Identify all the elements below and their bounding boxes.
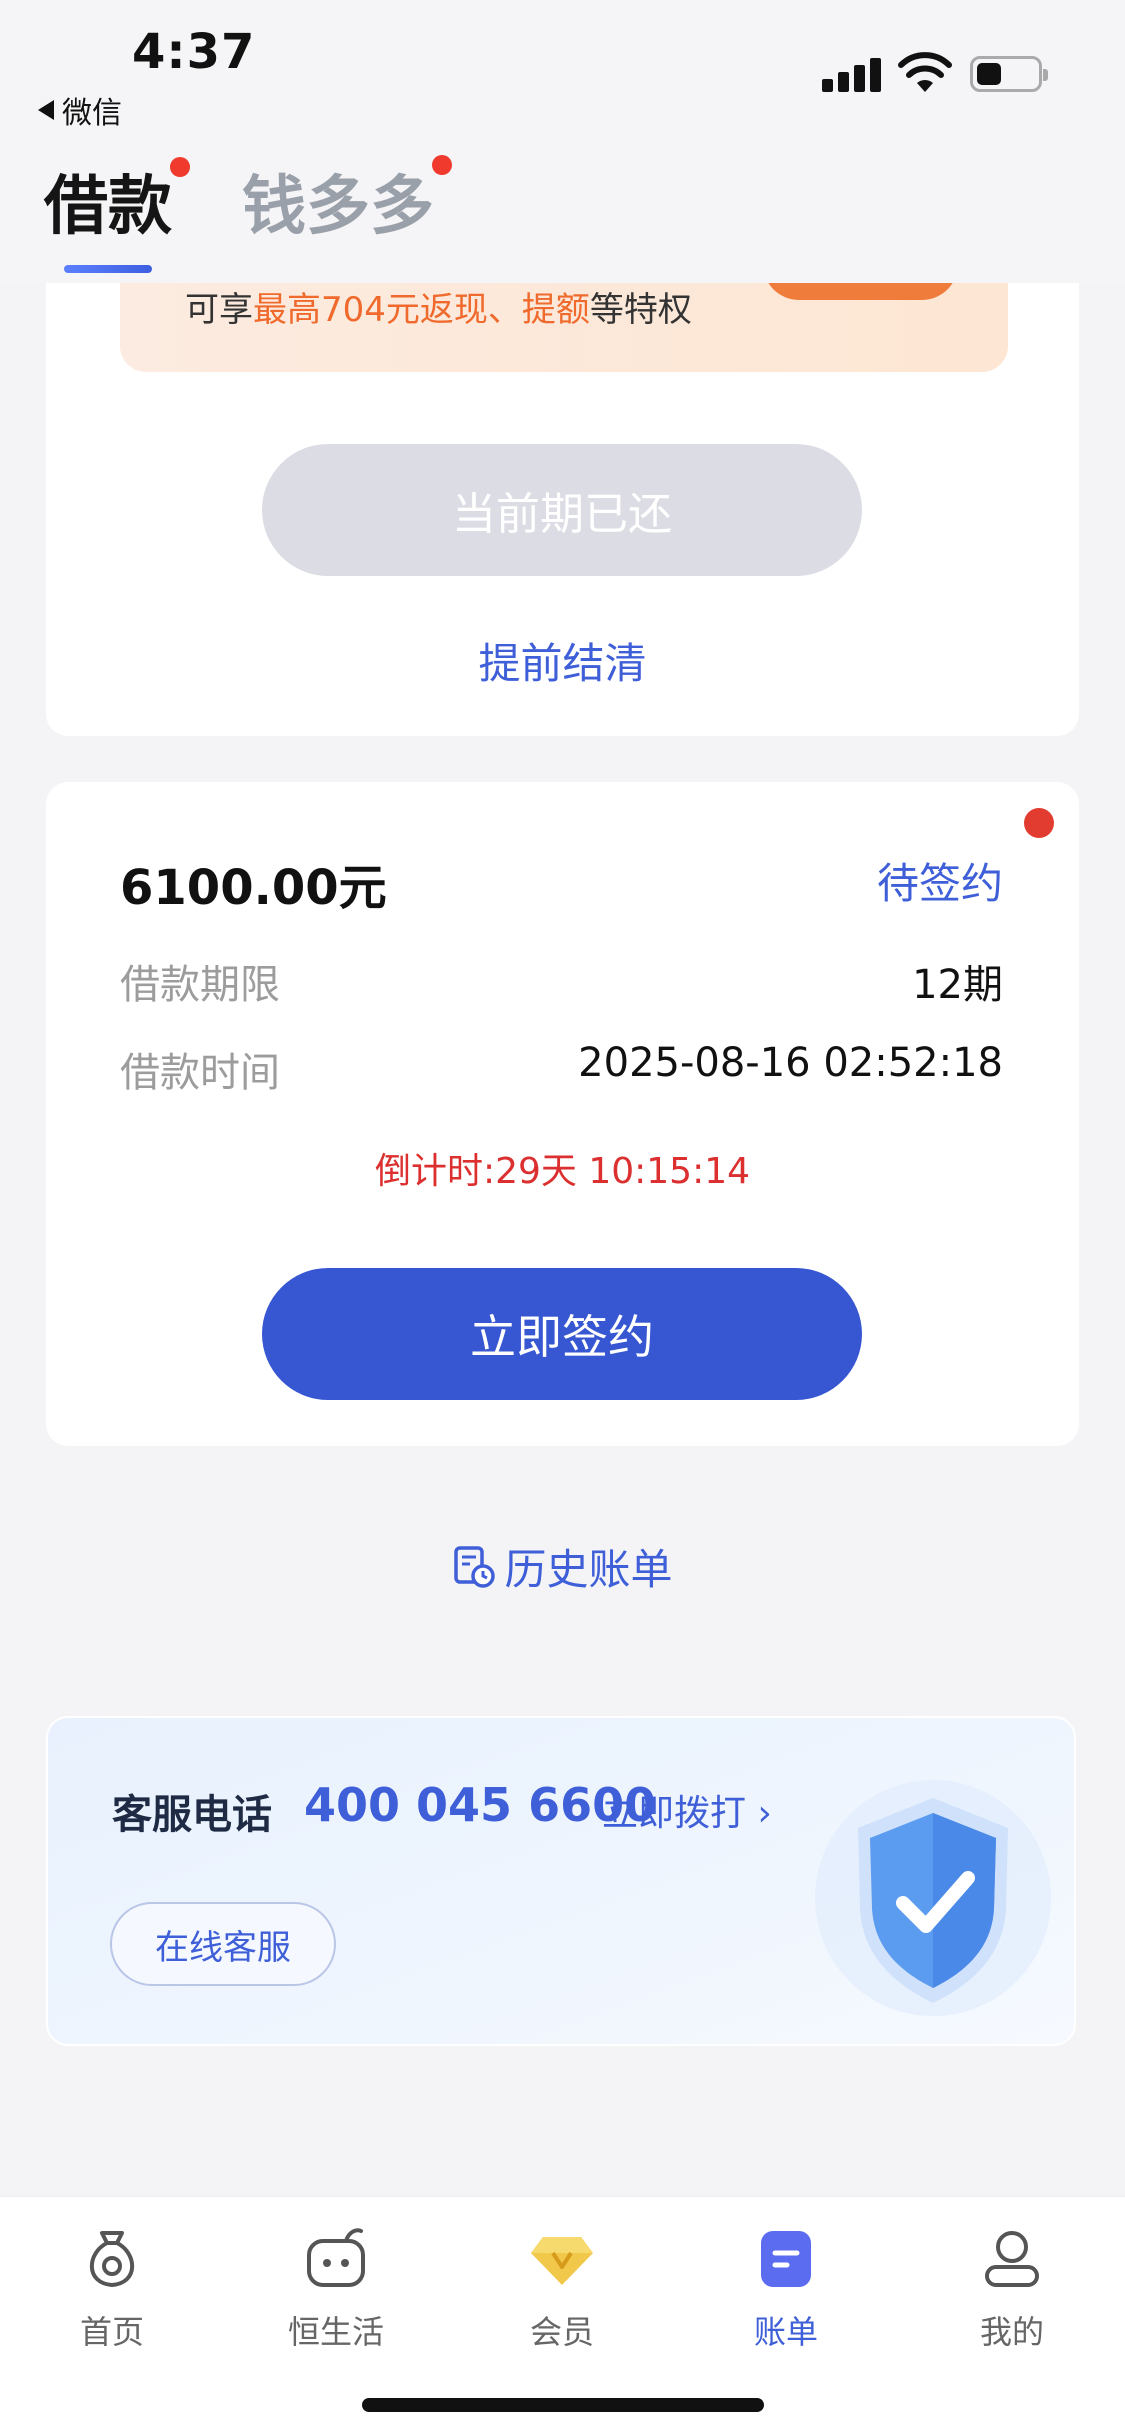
status-bar: 4:37 微信	[0, 0, 1125, 135]
countdown-timer: 倒计时:29天 10:15:14	[374, 1151, 751, 1192]
repaid-button: 当前期已还	[262, 444, 862, 576]
nav-home[interactable]: 首页	[32, 2223, 192, 2353]
promo-text: 可享最高704元返现、提额等特权	[185, 290, 692, 330]
history-bill-icon	[454, 1545, 496, 1588]
active-tab-indicator	[64, 265, 152, 273]
nav-member-label: 会员	[529, 2313, 594, 2351]
diamond-icon	[531, 2237, 593, 2285]
battery-icon	[970, 56, 1048, 92]
nav-home-label: 首页	[79, 2313, 144, 2351]
term-label: 借款期限	[120, 962, 280, 1008]
home-indicator	[362, 2398, 764, 2412]
nav-bill-label: 账单	[753, 2313, 818, 2351]
nav-mine[interactable]: 我的	[932, 2223, 1092, 2353]
tab-loan-badge	[170, 157, 190, 177]
notification-dot	[1024, 808, 1054, 838]
loan-amount: 6100.00元	[120, 860, 387, 916]
back-arrow-icon	[38, 100, 54, 120]
money-bag-icon	[89, 2231, 135, 2288]
wifi-icon	[898, 52, 952, 92]
status-badge: 待签约	[876, 859, 1003, 908]
online-service-button[interactable]: 在线客服	[110, 1902, 336, 1986]
tab-money[interactable]: 钱多多	[242, 155, 434, 247]
early-settle-link[interactable]: 提前结清	[0, 630, 1125, 691]
tab-money-badge	[432, 155, 452, 175]
user-icon	[985, 2231, 1039, 2287]
history-bills-link[interactable]: 历史账单	[0, 1536, 1125, 1597]
cellular-signal-icon	[822, 56, 884, 92]
back-app-label: 微信	[62, 96, 122, 131]
sign-now-button[interactable]: 立即签约	[262, 1268, 862, 1400]
bill-icon	[761, 2231, 811, 2287]
nav-bill[interactable]: 账单	[706, 2223, 866, 2353]
term-value: 12期	[912, 962, 1003, 1008]
life-icon	[307, 2228, 365, 2287]
clock: 4:37	[132, 24, 256, 80]
service-phone-label: 客服电话	[112, 1792, 272, 1838]
back-to-wechat-link[interactable]: 微信	[38, 88, 122, 132]
shield-check-icon	[815, 1780, 1051, 2016]
loan-time-label: 借款时间	[120, 1050, 280, 1096]
nav-life-label: 恒生活	[287, 2313, 384, 2351]
call-now-link[interactable]: 立即拨打 ›	[602, 1784, 772, 1836]
nav-life[interactable]: 恒生活	[256, 2223, 416, 2353]
loan-time-value: 2025-08-16 02:52:18	[578, 1040, 1003, 1086]
nav-member[interactable]: 会员	[482, 2223, 642, 2353]
header-tabs: 借款 钱多多	[0, 135, 1125, 283]
nav-mine-label: 我的	[979, 2313, 1044, 2351]
customer-service-card: 客服电话 400 045 6600 立即拨打 › 在线客服	[46, 1716, 1076, 2046]
history-label: 历史账单	[504, 1545, 673, 1594]
tab-loan[interactable]: 借款	[44, 155, 172, 247]
